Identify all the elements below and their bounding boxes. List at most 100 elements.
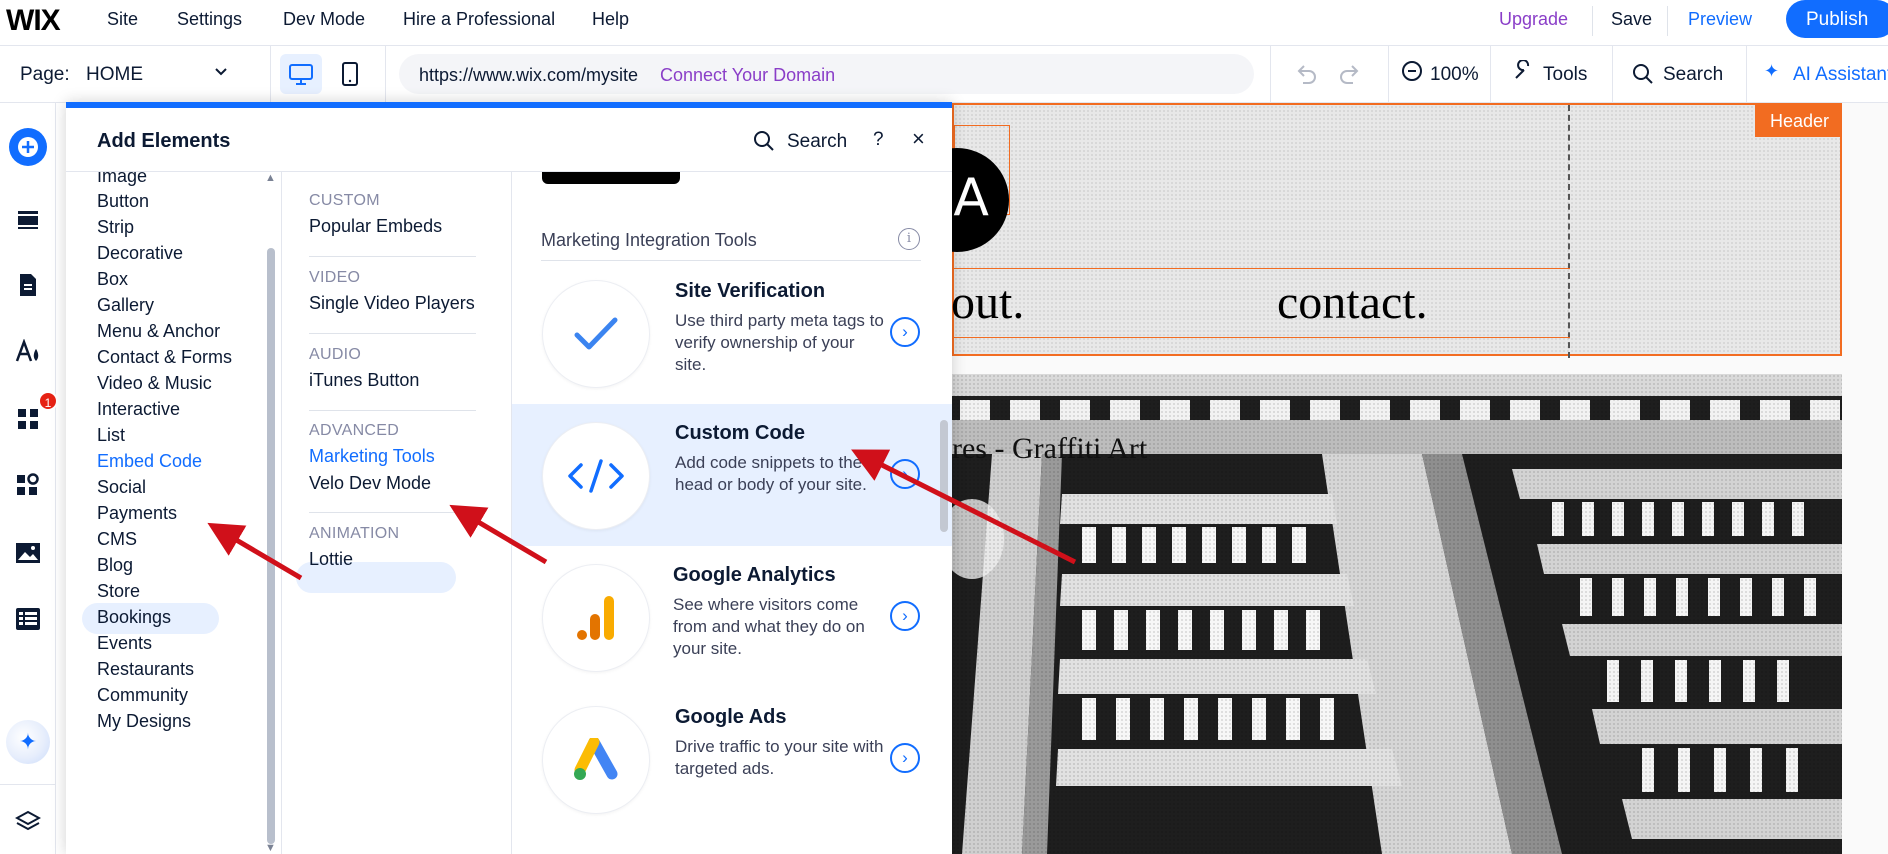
category-video-music[interactable]: Video & Music bbox=[97, 373, 212, 394]
search-button[interactable]: Search bbox=[1663, 64, 1723, 86]
category-events[interactable]: Events bbox=[97, 633, 152, 654]
nav-item-contact[interactable]: contact. bbox=[1277, 275, 1428, 330]
logo-selection-box[interactable]: A bbox=[952, 125, 1010, 252]
help-icon[interactable]: ? bbox=[873, 129, 884, 151]
subsection-velo-dev-mode[interactable]: Velo Dev Mode bbox=[309, 473, 431, 494]
section-gap bbox=[952, 358, 1888, 374]
chevron-right-icon[interactable]: › bbox=[890, 743, 920, 773]
page-label: Page: bbox=[20, 64, 70, 85]
chevron-right-icon[interactable]: › bbox=[890, 317, 920, 347]
category-payments[interactable]: Payments bbox=[97, 503, 177, 524]
element-card-custom-code[interactable]: Custom Code Add code snippets to the hea… bbox=[512, 404, 952, 546]
nav-item-about[interactable]: out. bbox=[952, 275, 1024, 330]
undo-icon[interactable] bbox=[1294, 63, 1318, 91]
menu-dev-mode[interactable]: Dev Mode bbox=[283, 9, 365, 30]
subsection-popular-embeds[interactable]: Popular Embeds bbox=[309, 216, 442, 237]
category-social[interactable]: Social bbox=[97, 477, 146, 498]
add-icon[interactable] bbox=[9, 128, 47, 166]
chevron-right-icon[interactable]: › bbox=[890, 459, 920, 489]
code-icon bbox=[542, 422, 650, 530]
category-blog[interactable]: Blog bbox=[97, 555, 133, 576]
info-icon[interactable]: i bbox=[898, 228, 920, 250]
design-icon[interactable] bbox=[12, 336, 44, 368]
pages-icon[interactable] bbox=[12, 269, 44, 301]
redo-icon[interactable] bbox=[1338, 63, 1362, 91]
subsection-lottie[interactable]: Lottie bbox=[309, 549, 353, 570]
panel-search-button[interactable]: Search bbox=[787, 131, 847, 153]
category-contact-forms[interactable]: Contact & Forms bbox=[97, 347, 232, 368]
sections-icon[interactable] bbox=[12, 203, 44, 235]
cms-icon[interactable] bbox=[12, 603, 44, 635]
menu-settings[interactable]: Settings bbox=[177, 9, 242, 30]
site-logo[interactable]: A bbox=[952, 148, 1009, 252]
category-store[interactable]: Store bbox=[97, 581, 140, 602]
site-header[interactable]: A out. contact. Header bbox=[952, 103, 1844, 358]
category-embed-code[interactable]: Embed Code bbox=[97, 451, 202, 472]
subsection-marketing-tools[interactable]: Marketing Tools bbox=[309, 446, 435, 467]
subsection-single-video-players[interactable]: Single Video Players bbox=[309, 293, 475, 314]
layers-icon[interactable] bbox=[12, 805, 44, 837]
chevron-down-icon[interactable] bbox=[212, 62, 230, 85]
scroll-up-arrow-icon[interactable]: ▲ bbox=[265, 172, 276, 184]
category-list[interactable]: List bbox=[97, 425, 125, 446]
card-title: Site Verification bbox=[675, 280, 826, 302]
checkmark-icon bbox=[542, 280, 650, 388]
zoom-out-icon[interactable] bbox=[1402, 61, 1422, 81]
close-icon[interactable]: × bbox=[912, 126, 925, 152]
ai-assistant-button[interactable]: AI Assistant bbox=[1793, 64, 1888, 86]
mobile-view-button[interactable] bbox=[334, 54, 366, 94]
menu-help[interactable]: Help bbox=[592, 9, 629, 30]
category-cms[interactable]: CMS bbox=[97, 529, 137, 550]
add-elements-panel: Add Elements Search ? × Image Button Str… bbox=[66, 102, 952, 854]
category-menu-anchor[interactable]: Menu & Anchor bbox=[97, 321, 220, 342]
menu-site[interactable]: Site bbox=[107, 9, 138, 30]
category-bookings[interactable]: Bookings bbox=[97, 607, 171, 628]
category-community[interactable]: Community bbox=[97, 685, 188, 706]
tools-icon[interactable] bbox=[1512, 59, 1534, 88]
element-card-google-analytics[interactable]: Google Analytics See where visitors come… bbox=[512, 546, 952, 688]
chevron-right-icon[interactable]: › bbox=[890, 601, 920, 631]
category-restaurants[interactable]: Restaurants bbox=[97, 659, 194, 680]
editor-canvas[interactable]: A out. contact. Header res - Graffiti Ar… bbox=[952, 103, 1888, 854]
menu-guide-bottom bbox=[954, 337, 1570, 338]
element-card-google-ads[interactable]: Google Ads Drive traffic to your site wi… bbox=[512, 688, 952, 830]
apps-icon[interactable] bbox=[12, 403, 44, 435]
ai-sparkle-icon[interactable]: ✦ bbox=[1764, 61, 1779, 82]
category-button[interactable]: Button bbox=[97, 191, 149, 212]
top-bar: WIX Site Settings Dev Mode Hire a Profes… bbox=[0, 0, 1888, 46]
card-title: Custom Code bbox=[675, 422, 805, 444]
partial-element-preview[interactable] bbox=[542, 172, 680, 184]
category-image[interactable]: Image bbox=[97, 172, 147, 187]
publish-button[interactable]: Publish bbox=[1786, 0, 1888, 38]
category-scrollbar[interactable] bbox=[267, 248, 275, 844]
tools-button[interactable]: Tools bbox=[1543, 64, 1587, 86]
business-apps-icon[interactable] bbox=[12, 470, 44, 502]
image-caption-text[interactable]: res - Graffiti Art bbox=[952, 432, 1147, 466]
category-box[interactable]: Box bbox=[97, 269, 128, 290]
scroll-down-arrow-icon[interactable]: ▼ bbox=[265, 842, 276, 854]
connect-domain-link[interactable]: Connect Your Domain bbox=[660, 65, 835, 86]
category-interactive[interactable]: Interactive bbox=[97, 399, 180, 420]
category-my-designs[interactable]: My Designs bbox=[97, 711, 191, 732]
preview-button[interactable]: Preview bbox=[1688, 9, 1752, 30]
notification-badge: 1 bbox=[38, 391, 58, 411]
menu-hire-professional[interactable]: Hire a Professional bbox=[403, 9, 555, 30]
header-tag[interactable]: Header bbox=[1755, 105, 1844, 137]
ai-sparkle-icon[interactable]: ✦ bbox=[6, 720, 50, 764]
category-strip[interactable]: Strip bbox=[97, 217, 134, 238]
upgrade-button[interactable]: Upgrade bbox=[1499, 9, 1568, 30]
content-scrollbar[interactable] bbox=[940, 420, 948, 532]
element-card-site-verification[interactable]: Site Verification Use third party meta t… bbox=[512, 262, 952, 404]
desktop-view-button[interactable] bbox=[280, 54, 322, 94]
subsection-itunes-button[interactable]: iTunes Button bbox=[309, 370, 419, 391]
page-selector[interactable]: HOME bbox=[86, 64, 143, 86]
zoom-level[interactable]: 100% bbox=[1430, 64, 1479, 86]
search-icon[interactable] bbox=[1632, 63, 1654, 90]
category-gallery[interactable]: Gallery bbox=[97, 295, 154, 316]
category-decorative[interactable]: Decorative bbox=[97, 243, 183, 264]
wix-logo[interactable]: WIX bbox=[6, 4, 61, 38]
save-button[interactable]: Save bbox=[1611, 9, 1652, 30]
search-icon[interactable] bbox=[753, 130, 775, 157]
media-icon[interactable] bbox=[12, 537, 44, 569]
site-url-bar[interactable]: https://www.wix.com/mysite Connect Your … bbox=[399, 54, 1254, 94]
